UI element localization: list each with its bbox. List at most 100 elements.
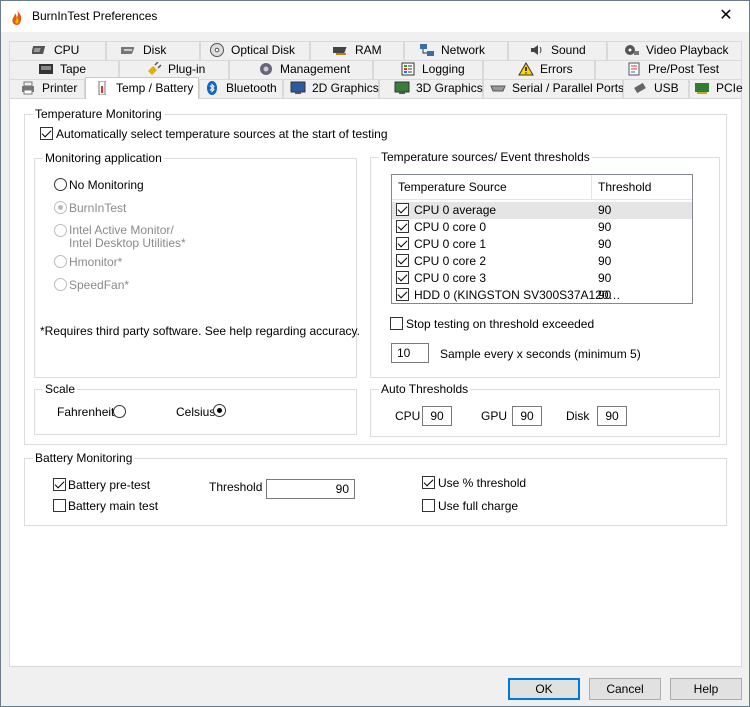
network-icon [420, 44, 434, 56]
auto-thresholds-legend: Auto Thresholds [379, 382, 471, 396]
tab-pcie[interactable]: PCIe [689, 79, 743, 98]
auto-threshold-cpu-label: CPU [395, 409, 421, 423]
radio-fahrenheit[interactable] [113, 405, 126, 418]
hard-disk-icon [121, 47, 135, 54]
row-checkbox[interactable] [396, 220, 409, 233]
tab-video-playback[interactable]: Video Playback [607, 41, 742, 60]
battery-maintest-label: Battery main test [68, 499, 159, 513]
table-row[interactable]: CPU 0 average 90 [392, 202, 692, 219]
help-button[interactable]: Help [670, 678, 742, 700]
ok-button[interactable]: OK [508, 678, 580, 700]
tab-errors[interactable]: Errors [483, 60, 595, 79]
auto-threshold-cpu-input[interactable]: 90 [422, 406, 452, 426]
management-icon [260, 63, 272, 75]
radio-hmonitor[interactable] [54, 255, 67, 268]
auto-threshold-disk-input[interactable]: 90 [597, 406, 627, 426]
battery-pretest-checkbox[interactable] [53, 478, 66, 491]
bluetooth-icon [207, 81, 217, 95]
table-row[interactable]: CPU 0 core 1 90 [392, 236, 692, 253]
temperature-sources-legend: Temperature sources/ Event thresholds [379, 150, 592, 164]
row-checkbox[interactable] [396, 254, 409, 267]
monitor-2d-icon [290, 81, 306, 94]
no-monitoring-label: No Monitoring [69, 178, 144, 192]
battery-threshold-label: Threshold [209, 480, 263, 494]
radio-intel-active-monitor[interactable] [54, 224, 67, 237]
tab-optical-disk[interactable]: Optical Disk [200, 41, 310, 60]
use-full-charge-label: Use full charge [438, 499, 519, 513]
printer-icon [22, 81, 34, 95]
tab-row-3: Printer Temp / Battery Bluetooth 2D Grap… [9, 77, 743, 99]
use-full-charge-checkbox[interactable] [422, 499, 435, 512]
plug-icon [148, 62, 162, 75]
intel-active-monitor-label: Intel Active Monitor/ [69, 223, 174, 237]
serial-port-icon [490, 85, 506, 92]
table-row[interactable]: CPU 0 core 2 90 [392, 253, 692, 270]
tab-management[interactable]: Management [229, 60, 373, 79]
tab-bluetooth[interactable]: Bluetooth [199, 79, 283, 98]
close-window-button[interactable]: ✕ [703, 1, 749, 32]
pcie-card-icon [695, 83, 709, 94]
monitor-3d-icon [394, 81, 410, 94]
tab-3d-graphics[interactable]: 3D Graphics [379, 79, 483, 98]
list-header: Temperature Source Threshold [392, 175, 692, 200]
stop-on-threshold-checkbox[interactable] [390, 317, 403, 330]
tab-row-1: CPU Disk Optical Disk RAM Network Sound … [9, 41, 742, 60]
radio-celsius[interactable] [213, 404, 226, 417]
tab-usb[interactable]: USB [623, 79, 689, 98]
close-icon: ✕ [719, 7, 733, 24]
sample-interval-input[interactable]: 10 [391, 343, 429, 363]
third-party-note: *Requires third party software. See help… [40, 324, 360, 338]
flame-icon [12, 9, 22, 25]
row-checkbox[interactable] [396, 271, 409, 284]
auto-threshold-gpu-input[interactable]: 90 [512, 406, 542, 426]
radio-no-monitoring[interactable] [54, 178, 67, 191]
warning-icon [518, 62, 534, 76]
speaker-icon [531, 45, 542, 55]
tab-disk[interactable]: Disk [106, 41, 200, 60]
intel-desktop-utilities-label: Intel Desktop Utilities* [69, 236, 186, 250]
preferences-window: BurnInTest Preferences ✕ CPU Disk Optica… [0, 0, 750, 707]
row-checkbox[interactable] [396, 203, 409, 216]
tab-pre-post-test[interactable]: Pre/Post Test [595, 60, 742, 79]
temperature-source-list[interactable]: Temperature Source Threshold CPU 0 avera… [391, 174, 693, 304]
row-checkbox[interactable] [396, 288, 409, 301]
tab-sound[interactable]: Sound [508, 41, 607, 60]
use-percent-threshold-label: Use % threshold [438, 476, 527, 490]
usb-icon [634, 82, 646, 94]
auto-select-sources-checkbox[interactable] [40, 127, 53, 140]
speedfan-label: SpeedFan* [69, 278, 130, 292]
auto-threshold-gpu-label: GPU [481, 409, 508, 423]
column-temperature-source[interactable]: Temperature Source [392, 175, 507, 200]
battery-pretest-label: Battery pre-test [68, 478, 151, 492]
radio-speedfan[interactable] [54, 278, 67, 291]
table-row[interactable]: CPU 0 core 0 90 [392, 219, 692, 236]
table-row[interactable]: CPU 0 core 3 90 [392, 270, 692, 287]
battery-monitoring-legend: Battery Monitoring [33, 451, 135, 465]
battery-threshold-input[interactable]: 90 [266, 479, 355, 499]
log-list-icon [401, 62, 415, 76]
ram-module-icon [333, 47, 347, 55]
window-title: BurnInTest Preferences [32, 9, 158, 23]
tab-temp-battery[interactable]: Temp / Battery [85, 77, 199, 99]
fahrenheit-label: Fahrenheit [57, 405, 115, 419]
battery-maintest-checkbox[interactable] [53, 499, 66, 512]
sample-interval-label: Sample every x seconds (minimum 5) [440, 347, 641, 361]
tab-ram[interactable]: RAM [310, 41, 404, 60]
tab-logging[interactable]: Logging [373, 60, 483, 79]
temperature-monitoring-legend: Temperature Monitoring [33, 107, 164, 121]
cpu-chip-icon [32, 46, 46, 54]
stop-on-threshold-label: Stop testing on threshold exceeded [406, 317, 595, 331]
column-threshold[interactable]: Threshold [592, 175, 651, 200]
tab-serial-parallel-ports[interactable]: Serial / Parallel Ports [483, 79, 624, 98]
tab-network[interactable]: Network [404, 41, 508, 60]
radio-burnintest[interactable] [54, 201, 67, 214]
row-checkbox[interactable] [396, 237, 409, 250]
table-row[interactable]: HDD 0 (KINGSTON SV300S37A120… 90 [392, 287, 692, 303]
auto-select-sources-label: Automatically select temperature sources… [56, 127, 388, 141]
tab-printer[interactable]: Printer [9, 79, 85, 98]
auto-threshold-disk-label: Disk [566, 409, 590, 423]
tab-2d-graphics[interactable]: 2D Graphics [283, 79, 379, 98]
tab-cpu[interactable]: CPU [9, 41, 106, 60]
use-percent-threshold-checkbox[interactable] [422, 476, 435, 489]
cancel-button[interactable]: Cancel [589, 678, 661, 700]
